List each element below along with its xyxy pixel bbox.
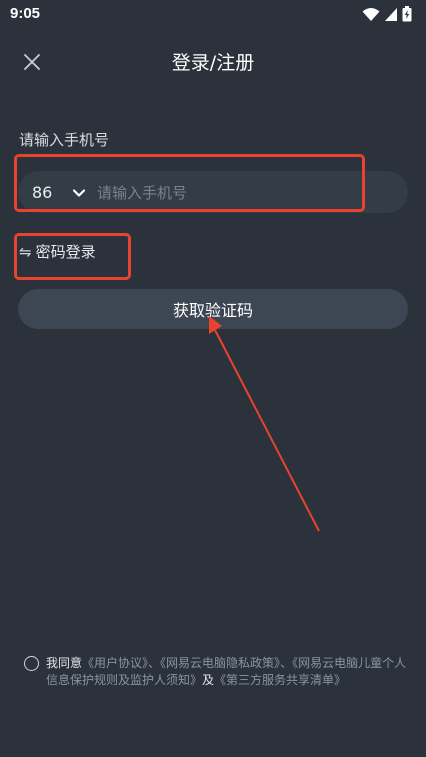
password-login-link[interactable]: ⇋ 密码登录	[19, 241, 96, 262]
country-code-selector[interactable]: 86	[32, 183, 52, 202]
swap-icon: ⇋	[19, 242, 32, 261]
agree-radio[interactable]	[24, 656, 39, 671]
third-party-list-link[interactable]: 《第三方服务共享清单》	[214, 673, 346, 687]
header: 登录/注册	[0, 40, 426, 84]
chevron-down-icon[interactable]	[72, 185, 86, 199]
status-bar: 9:05	[0, 0, 426, 30]
privacy-policy-link[interactable]: 《网易云电脑隐私政策》	[160, 656, 280, 670]
phone-input[interactable]	[95, 171, 399, 215]
get-code-button[interactable]: 获取验证码	[18, 289, 408, 329]
agree-sep-2: 、	[280, 656, 293, 670]
password-login-label: 密码登录	[35, 243, 96, 261]
user-agreement-link[interactable]: 《用户协议》	[82, 656, 148, 670]
agree-prefix: 我同意	[46, 656, 83, 670]
wifi-icon	[362, 7, 380, 26]
signal-icon	[384, 7, 398, 26]
agreement-text: 我同意《用户协议》、《网易云电脑隐私政策》、《网易云电脑儿童个人信息保护规则及监…	[46, 655, 408, 689]
phone-field: 86	[18, 171, 408, 215]
status-icons	[362, 6, 412, 26]
status-time: 9:05	[10, 5, 41, 22]
agree-sep-1: 、	[148, 656, 161, 670]
annotation-arrow	[209, 316, 320, 532]
agree-and: 及	[202, 673, 215, 687]
page-title: 登录/注册	[171, 52, 255, 74]
battery-charging-icon	[402, 6, 412, 26]
phone-label: 请输入手机号	[19, 131, 110, 149]
